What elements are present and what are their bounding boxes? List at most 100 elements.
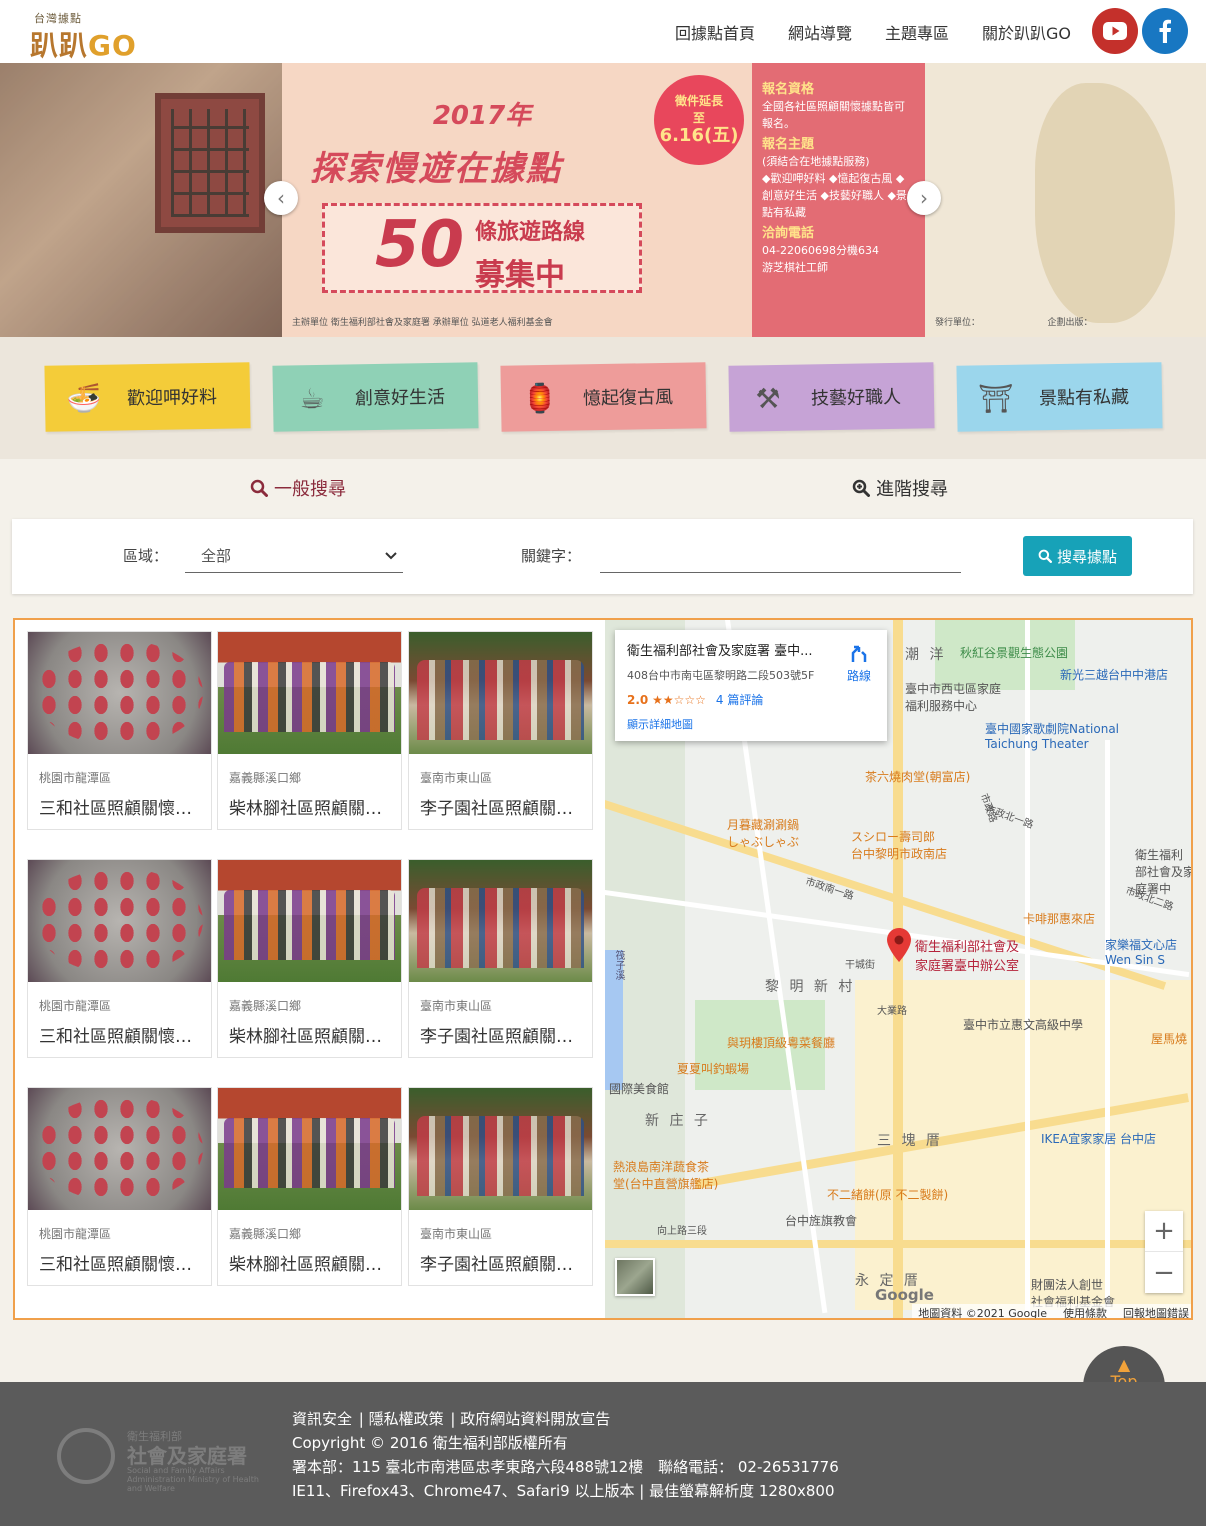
map-label: 與玥樓頂級粵菜餐廳	[727, 1036, 836, 1050]
info-h1: 報名資格	[762, 82, 815, 97]
logo-title: 趴趴GO	[30, 24, 137, 64]
tools-icon: ⚒	[755, 381, 781, 415]
map-pin-icon[interactable]	[887, 928, 911, 962]
region-selected-value: 全部	[201, 547, 232, 565]
card-photo	[28, 860, 211, 982]
nav-topics[interactable]: 主題專區	[885, 20, 949, 44]
map-label: 台中旌旗教會	[785, 1214, 858, 1228]
map-label: 夏夏叫釣蝦場	[677, 1062, 750, 1076]
tab-general-search[interactable]: 一般搜尋	[250, 475, 346, 501]
google-map[interactable]: 潮 洋 秋紅谷景觀生態公園 新光三越台中中港店 臺中市西屯區家庭 福利服務中心 …	[605, 620, 1191, 1318]
map-label: 新光三越台中中港店	[1060, 668, 1169, 682]
footer-link-open-data[interactable]: 政府網站資料開放宣告	[460, 1410, 610, 1428]
result-card[interactable]: 桃園市龍潭區 三和社區照顧關懷據點	[27, 631, 212, 830]
footer-link-privacy[interactable]: 隱私權政策	[369, 1410, 444, 1428]
card-title: 柴林腳社區照顧關懷據點	[229, 799, 394, 819]
logo-title-a: 趴趴	[30, 29, 89, 62]
info-t2: (須結合在地據點服務)	[762, 155, 870, 168]
facebook-button[interactable]	[1142, 8, 1188, 54]
rating-value: 2.0	[627, 693, 649, 707]
food-bowl-icon: 🍜	[66, 381, 102, 415]
category-lifestyle[interactable]: ☕ 創意好生活	[272, 362, 479, 432]
map-road-label: 大業路	[877, 1006, 907, 1017]
category-food[interactable]: 🍜 歡迎呷好料	[44, 362, 251, 432]
site-logo[interactable]: 台灣據點 趴趴GO	[30, 8, 160, 62]
info-reviews-link[interactable]: 4 篇評論	[716, 693, 763, 707]
search-plus-icon	[852, 479, 870, 497]
card-photo	[28, 1088, 211, 1210]
result-card[interactable]: 桃園市龍潭區 三和社區照顧關懷據點	[27, 1087, 212, 1286]
main-nav: 回據點首頁 網站導覽 主題專區 關於趴趴GO	[675, 20, 1071, 44]
category-retro[interactable]: 🏮 憶起復古風	[500, 362, 707, 432]
footer-link-security[interactable]: 資訊安全	[292, 1410, 352, 1428]
card-photo	[409, 1088, 592, 1210]
region-select[interactable]: 全部	[185, 539, 403, 573]
map-report-link[interactable]: 回報地圖錯誤	[1123, 1305, 1189, 1318]
result-card[interactable]: 臺南市東山區 李子園社區照顧關懷據點	[408, 631, 593, 830]
result-card[interactable]: 臺南市東山區 李子園社區照顧關懷據點	[408, 1087, 593, 1286]
slide-headline: 探索慢遊在據點	[310, 149, 562, 189]
nav-home[interactable]: 回據點首頁	[675, 20, 755, 44]
keyword-input[interactable]	[600, 539, 961, 573]
slide-organizers: 主辦單位 衛生福利部社會及家庭署 承辦單位 弘道老人福利基金會	[292, 318, 553, 328]
map-label: 黎 明 新 村	[765, 979, 856, 995]
slide-current[interactable]: 2017年 探索慢遊在據點 50 條旅遊路線 募集中 徵件延長 至 6.16(五…	[282, 63, 925, 337]
search-tabs: 一般搜尋 進階搜尋	[0, 459, 1206, 519]
youtube-icon	[1103, 22, 1127, 40]
nav-about[interactable]: 關於趴趴GO	[982, 20, 1071, 44]
slide-sub2: 募集中	[475, 258, 565, 293]
site-footer: 衛生福利部 社會及家庭署 Social and Family Affairs A…	[0, 1382, 1206, 1526]
directions-button[interactable]: 路線	[847, 644, 871, 684]
results-panel: 桃園市龍潭區 三和社區照顧關懷據點 嘉義縣溪口鄉 柴林腳社區照顧關懷據點 臺南市…	[13, 618, 1193, 1320]
footer-logo-t3: Social and Family Affairs Administration…	[127, 1466, 259, 1493]
category-craft[interactable]: ⚒ 技藝好職人	[728, 362, 935, 432]
map-info-window: 衛生福利部社會及家庭署 臺中... 408台中市南屯區黎明路二段503號5F 2…	[615, 630, 887, 741]
map-road-label: 干城街	[845, 960, 875, 971]
zoom-out-button[interactable]: −	[1145, 1252, 1183, 1293]
map-label: 月暮藏涮涮鍋 しゃぶしゃぶ	[727, 818, 800, 849]
map-road	[1105, 740, 1110, 1318]
zoom-in-button[interactable]: +	[1145, 1211, 1183, 1252]
deadline-badge: 徵件延長 至 6.16(五)	[654, 75, 744, 165]
nav-sitemap[interactable]: 網站導覽	[788, 20, 852, 44]
map-label: 臺中市西屯區家庭 福利服務中心	[905, 682, 1002, 713]
banner-carousel: 2017年 探索慢遊在據點 50 條旅遊路線 募集中 徵件延長 至 6.16(五…	[0, 63, 1206, 337]
map-satellite-toggle[interactable]	[615, 1258, 655, 1296]
card-area: 臺南市東山區	[420, 771, 493, 785]
slide-next-image: 發行單位： 企劃出版：	[925, 63, 1206, 337]
map-label: 新 庄 子	[645, 1113, 711, 1129]
directions-label: 路線	[846, 669, 871, 683]
publisher-label: 發行單位：	[935, 318, 976, 328]
map-pin-label: 衛生福利部社會及 家庭署臺中辦公室	[915, 940, 1020, 974]
category-label: 景點有私藏	[1038, 386, 1130, 410]
tab-advanced-search[interactable]: 進階搜尋	[852, 475, 948, 501]
footer-logo: 衛生福利部 社會及家庭署 Social and Family Affairs A…	[57, 1426, 262, 1493]
youtube-button[interactable]	[1092, 8, 1138, 54]
result-card[interactable]: 嘉義縣溪口鄉 柴林腳社區照顧關懷據點	[217, 631, 402, 830]
result-card[interactable]: 桃園市龍潭區 三和社區照顧關懷據點	[27, 859, 212, 1058]
chevron-down-icon	[385, 551, 397, 559]
footer-links: 資訊安全 | 隱私權政策 | 政府網站資料開放宣告	[292, 1410, 611, 1428]
map-label: 屋馬燒	[1151, 1032, 1188, 1046]
info-larger-map-link[interactable]: 顯示詳細地圖	[627, 716, 875, 732]
map-label: 茶六燒肉堂(朝富店)	[865, 770, 971, 784]
temple-icon: ⛩	[977, 381, 1015, 415]
carousel-next-button[interactable]: ›	[907, 181, 941, 215]
search-panel: 區域： 全部 關鍵字： 搜尋據點	[12, 519, 1193, 594]
carousel-prev-button[interactable]: ‹	[264, 181, 298, 215]
card-photo	[409, 860, 592, 982]
info-t1: 全國各社區照顧關懷據點皆可報名。	[762, 100, 905, 130]
slide-info-panel: 報名資格 全國各社區照顧關懷據點皆可報名。 報名主題 (須結合在地據點服務) ◆…	[752, 63, 925, 337]
slide-year: 2017年	[432, 101, 532, 131]
map-label: 秋紅谷景觀生態公園	[960, 646, 1069, 660]
card-photo	[409, 632, 592, 754]
map-terms-link[interactable]: 使用條款	[1063, 1305, 1107, 1318]
info-rating: 2.0 ★★☆☆☆ 4 篇評論	[627, 691, 875, 708]
result-card[interactable]: 嘉義縣溪口鄉 柴林腳社區照顧關懷據點	[217, 1087, 402, 1286]
badge-line1: 徵件延長	[674, 94, 723, 108]
search-button[interactable]: 搜尋據點	[1023, 536, 1132, 576]
result-card[interactable]: 臺南市東山區 李子園社區照顧關懷據點	[408, 859, 593, 1058]
category-spots[interactable]: ⛩ 景點有私藏	[956, 362, 1163, 432]
result-card[interactable]: 嘉義縣溪口鄉 柴林腳社區照顧關懷據點	[217, 859, 402, 1058]
card-title: 三和社區照顧關懷據點	[39, 1027, 204, 1047]
